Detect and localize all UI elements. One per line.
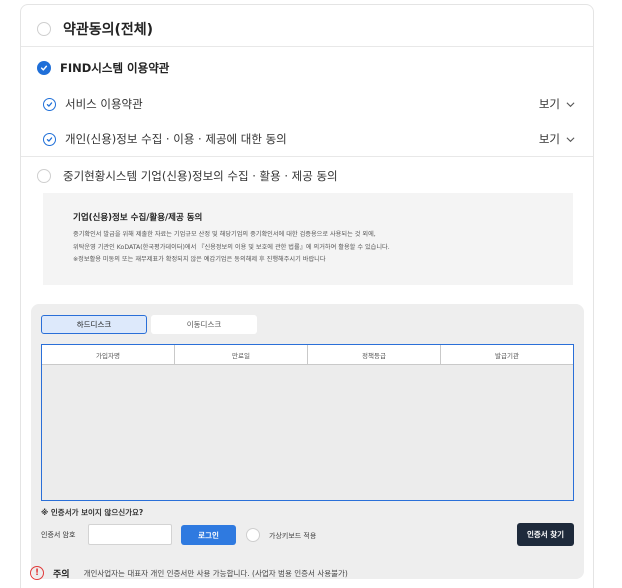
column-header: 가입자명 xyxy=(42,345,175,364)
cert-help-link[interactable]: ※ 인증서가 보이지 않으신가요? xyxy=(41,507,143,518)
chevron-down-icon xyxy=(566,136,575,142)
notice-line: ※정보활용 미동의 또는 재무제표가 확정되지 않은 예갑기업은 동의해제 후 … xyxy=(73,256,326,263)
find-certificate-button[interactable]: 인증서 찾기 xyxy=(517,523,574,546)
virtual-keyboard-radio[interactable] xyxy=(246,528,260,542)
divider xyxy=(21,46,593,47)
terms-item-label: 개인(신용)정보 수집 · 이용 · 제공에 대한 동의 xyxy=(65,132,287,146)
login-button[interactable]: 로그인 xyxy=(181,525,236,545)
find-terms-label: FIND시스템 이용약관 xyxy=(60,61,170,75)
caution-notice: ! 주의 개인사업자는 대표자 개인 인증서만 사용 가능합니다. (사업자 범… xyxy=(30,566,348,580)
password-input[interactable] xyxy=(88,524,172,545)
agree-all-label: 약관동의(전체) xyxy=(63,22,154,38)
notice-line: 중기확인서 발급을 위해 제출한 자료는 기업규모 산정 및 해당기업의 중기확… xyxy=(73,231,376,238)
check-outline-icon[interactable] xyxy=(43,97,56,111)
agree-all-row[interactable]: 약관동의(전체) xyxy=(37,19,593,39)
terms-item-privacy[interactable]: 개인(신용)정보 수집 · 이용 · 제공에 대한 동의 보기 xyxy=(43,131,575,147)
column-header: 발급기관 xyxy=(495,351,519,360)
check-outline-icon[interactable] xyxy=(43,132,56,146)
caution-text: 개인사업자는 대표자 개인 인증서만 사용 가능합니다. (사업자 범용 인증서… xyxy=(83,568,348,578)
chevron-down-icon xyxy=(566,101,575,107)
certificate-panel: 하드디스크 이동디스크 가입자명 만료일 정책등급 발급기관 ※ 인증서가 보이… xyxy=(31,304,584,579)
virtual-keyboard-label: 가상키보드 적용 xyxy=(269,532,317,540)
column-header: 정책등급 xyxy=(308,345,441,364)
warning-icon: ! xyxy=(30,566,44,580)
kbh-consent-row[interactable]: 중기현황시스템 기업(신용)정보의 수집 · 활용 · 제공 동의 xyxy=(37,168,593,184)
caution-title: 주의 xyxy=(53,569,70,580)
agree-all-radio[interactable] xyxy=(37,22,51,36)
certificate-table[interactable]: 가입자명 만료일 정책등급 발급기관 xyxy=(41,344,574,501)
view-button[interactable]: 보기 xyxy=(539,96,575,112)
check-filled-icon[interactable] xyxy=(37,61,51,75)
view-label: 보기 xyxy=(538,132,560,146)
certificate-table-header: 가입자명 만료일 정책등급 발급기관 xyxy=(42,345,573,365)
kbh-consent-radio[interactable] xyxy=(37,169,51,183)
view-label: 보기 xyxy=(538,97,560,111)
notice-line: 위탁운영 기관인 KoDATA(한국평가데이터)에서 『신용정보의 이용 및 보… xyxy=(73,243,390,251)
terms-card: 약관동의(전체) FIND시스템 이용약관 서비스 이용약관 보기 개인(신용)… xyxy=(20,4,594,588)
terms-item-service[interactable]: 서비스 이용약관 보기 xyxy=(43,96,575,112)
terms-item-label: 서비스 이용약관 xyxy=(65,97,143,111)
consent-notice-box: 기업(신용)정보 수집/활용/제공 동의 중기확인서 발급을 위해 제출한 자료… xyxy=(43,193,573,285)
find-terms-row[interactable]: FIND시스템 이용약관 xyxy=(37,60,593,76)
password-label: 인증서 암호 xyxy=(41,531,76,539)
tab-removable-disk[interactable]: 이동디스크 xyxy=(151,315,257,334)
kbh-consent-label: 중기현황시스템 기업(신용)정보의 수집 · 활용 · 제공 동의 xyxy=(63,169,338,183)
notice-title: 기업(신용)정보 수집/활용/제공 동의 xyxy=(73,213,203,223)
column-header: 만료일 xyxy=(175,345,308,364)
view-button[interactable]: 보기 xyxy=(539,131,575,147)
tab-hard-disk[interactable]: 하드디스크 xyxy=(41,315,147,334)
divider xyxy=(21,156,593,157)
